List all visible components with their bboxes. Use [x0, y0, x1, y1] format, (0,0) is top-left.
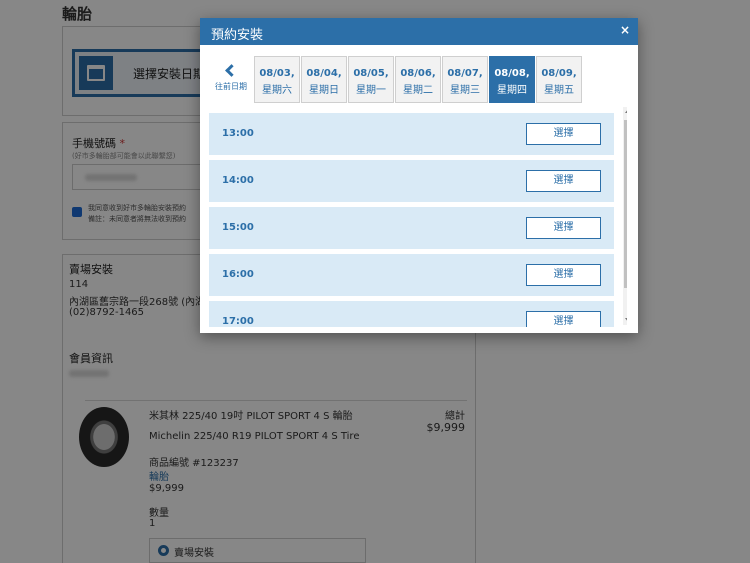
chevron-left-icon — [225, 64, 238, 77]
select-slot-button[interactable]: 選擇 — [526, 170, 601, 192]
scroll-thumb[interactable] — [624, 120, 627, 288]
time-slot-row: 16:00 選擇 — [209, 254, 614, 296]
modal-header: 預約安裝 × — [200, 18, 638, 45]
date-tab-date: 08/06, — [400, 68, 436, 79]
date-tab-weekday: 星期三 — [450, 85, 480, 96]
select-slot-button[interactable]: 選擇 — [526, 311, 601, 327]
date-tab-weekday: 星期六 — [262, 85, 292, 96]
date-tab-weekday: 星期日 — [309, 85, 339, 96]
scroll-down-icon[interactable] — [625, 318, 627, 322]
slot-time: 16:00 — [222, 269, 254, 280]
date-tab-0809[interactable]: 08/09, 星期五 — [536, 56, 582, 103]
date-tab-0808[interactable]: 08/08, 星期四 — [489, 56, 535, 103]
date-tab-0806[interactable]: 08/06, 星期二 — [395, 56, 441, 103]
scroll-up-icon[interactable] — [625, 109, 627, 113]
select-slot-button[interactable]: 選擇 — [526, 264, 601, 286]
prev-dates-label: 往前日期 — [215, 82, 247, 91]
date-tab-0805[interactable]: 08/05, 星期一 — [348, 56, 394, 103]
time-slot-row: 14:00 選擇 — [209, 160, 614, 202]
slot-time: 15:00 — [222, 222, 254, 233]
date-tab-date: 08/03, — [259, 68, 295, 79]
modal-title: 預約安裝 — [211, 28, 264, 43]
date-tab-date: 08/09, — [541, 68, 577, 79]
time-slot-row: 15:00 選擇 — [209, 207, 614, 249]
date-tab-0807[interactable]: 08/07, 星期三 — [442, 56, 488, 103]
prev-dates-button[interactable]: 往前日期 — [212, 63, 250, 97]
date-tab-0803[interactable]: 08/03, 星期六 — [254, 56, 300, 103]
select-slot-button[interactable]: 選擇 — [526, 217, 601, 239]
slot-time: 13:00 — [222, 128, 254, 139]
date-tab-date: 08/08, — [494, 68, 530, 79]
booking-modal: 預約安裝 × 往前日期 08/03, 星期六 08/04, 星期日 08/05,… — [200, 18, 638, 333]
date-tab-date: 08/04, — [306, 68, 342, 79]
date-tab-weekday: 星期五 — [544, 85, 574, 96]
date-tab-date: 08/07, — [447, 68, 483, 79]
date-tab-0804[interactable]: 08/04, 星期日 — [301, 56, 347, 103]
time-slot-row: 13:00 選擇 — [209, 113, 614, 155]
time-slot-row: 17:00 選擇 — [209, 301, 614, 327]
close-icon[interactable]: × — [620, 23, 630, 37]
select-slot-button[interactable]: 選擇 — [526, 123, 601, 145]
scrollbar[interactable] — [623, 107, 627, 325]
date-tab-weekday: 星期四 — [497, 85, 527, 96]
date-tab-date: 08/05, — [353, 68, 389, 79]
time-slot-list[interactable]: 13:00 選擇 14:00 選擇 15:00 選擇 16:00 選擇 17:0… — [209, 107, 627, 327]
slot-time: 17:00 — [222, 316, 254, 327]
slot-time: 14:00 — [222, 175, 254, 186]
date-tab-weekday: 星期一 — [356, 85, 386, 96]
date-tab-weekday: 星期二 — [403, 85, 433, 96]
